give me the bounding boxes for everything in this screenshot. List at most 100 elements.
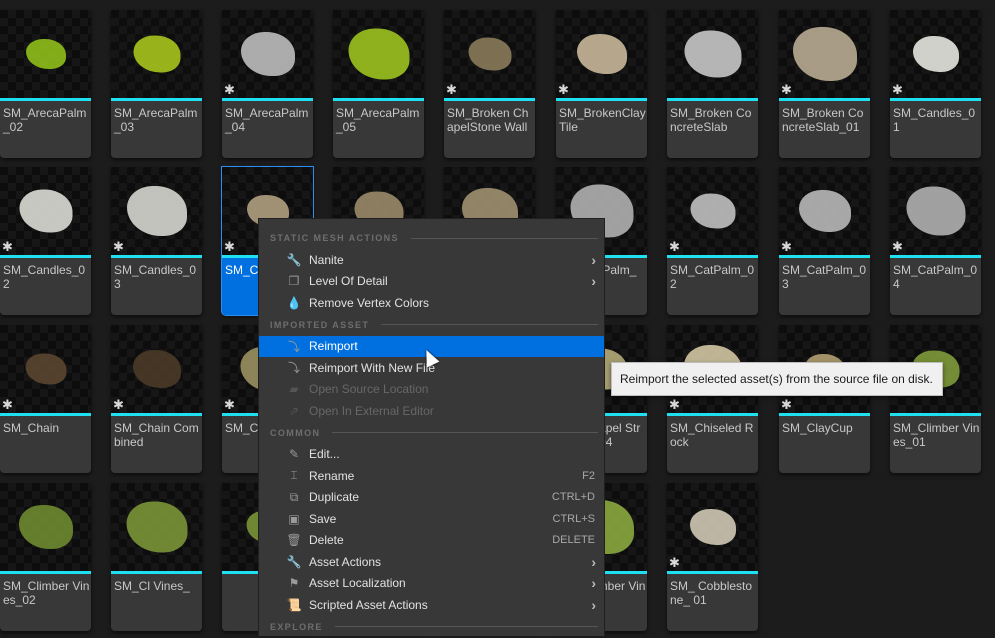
divider: [334, 626, 598, 627]
asset-label: SM_ArecaPalm_03: [114, 106, 198, 134]
asset-thumbnail: ✱: [444, 10, 535, 98]
asset-type-bar: [890, 255, 981, 258]
chevron-right-icon: ›: [591, 251, 596, 268]
asset-tile[interactable]: ✱ SM_Chain: [0, 325, 91, 473]
section-title: STATIC MESH ACTIONS: [270, 233, 399, 243]
asset-preview: [684, 30, 741, 78]
asset-type-bar: [444, 98, 535, 101]
asset-preview: [690, 193, 735, 229]
divider: [332, 432, 598, 433]
asset-tile[interactable]: SM_ArecaPalm_05: [333, 10, 424, 158]
asset-type-bar: [0, 98, 91, 101]
asset-tile[interactable]: ✱ SM_BrokenClay Tile: [556, 10, 647, 158]
shortcut-label: CTRL+S: [552, 512, 596, 525]
menu-item-label: Open Source Location: [309, 382, 429, 397]
asset-type-bar: [111, 255, 202, 258]
asset-tile[interactable]: ✱ SM_CatPalm_04: [890, 167, 981, 315]
asset-type-bar: [333, 98, 424, 101]
asset-label: SM_ClayCup: [782, 421, 853, 435]
modified-star-icon: ✱: [113, 397, 124, 412]
menu-item-duplicate[interactable]: ⧉ Duplicate CTRL+D: [259, 487, 604, 509]
asset-tile[interactable]: ✱ SM_Broken ConcreteSlab_01: [779, 10, 870, 158]
flag-icon: ⚑: [288, 576, 300, 591]
asset-type-bar: [111, 413, 202, 416]
asset-thumbnail: [667, 10, 758, 98]
asset-label: SM_Candles_03: [114, 263, 197, 291]
modified-star-icon: ✱: [892, 82, 903, 97]
chevron-right-icon: ›: [591, 273, 596, 290]
duplicate-icon: ⧉: [289, 489, 299, 504]
asset-thumbnail: ✱: [222, 10, 313, 98]
asset-type-bar: [890, 98, 981, 101]
external-editor-icon: ⇗: [288, 403, 300, 418]
menu-item-asset-localization[interactable]: ⚑ Asset Localization ›: [259, 573, 604, 595]
asset-tile[interactable]: ✱ SM_ClayCup: [779, 325, 870, 473]
menu-item-delete[interactable]: 🗑 Delete DELETE: [259, 530, 604, 552]
asset-preview: [126, 501, 187, 553]
asset-label: SM_ Cobblestone_ 01: [670, 579, 753, 607]
menu-item-label: Save: [309, 511, 337, 526]
asset-label: SM_ArecaPalm_02: [3, 106, 87, 134]
asset-thumbnail: ✱: [667, 167, 758, 255]
menu-item-open-source-location: ▰ Open Source Location: [259, 379, 604, 401]
modified-star-icon: ✱: [558, 82, 569, 97]
asset-type-bar: [779, 98, 870, 101]
wrench-icon: 🔧: [286, 554, 302, 569]
menu-item-edit[interactable]: ✎ Edit...: [259, 444, 604, 466]
menu-item-level-of-detail[interactable]: ❐ Level Of Detail ›: [259, 271, 604, 293]
trash-icon: 🗑: [286, 533, 302, 548]
menu-item-label: Duplicate: [309, 490, 360, 505]
asset-thumbnail: ✱: [0, 325, 91, 413]
asset-tile[interactable]: ✱ SM_Chiseled Rock: [667, 325, 758, 473]
asset-type-bar: [779, 413, 870, 416]
asset-label: SM_CatPalm_03: [782, 263, 867, 291]
asset-label: SM_Broken ConcreteSlab: [670, 106, 752, 134]
menu-item-asset-actions[interactable]: 🔧 Asset Actions ›: [259, 551, 604, 573]
asset-label: SM_CatPalm_04: [893, 263, 978, 291]
asset-tile[interactable]: ✱ SM_Candles_03: [111, 167, 202, 315]
asset-preview: [468, 37, 511, 71]
context-menu: STATIC MESH ACTIONS 🔧 Nanite › ❐ Level Of Det…: [258, 218, 605, 636]
asset-preview: [25, 353, 66, 385]
menu-item-label: Nanite: [309, 252, 344, 267]
menu-item-scripted-asset-actions[interactable]: 📜 Scripted Asset Actions ›: [259, 594, 604, 616]
menu-section-header: COMMON: [259, 422, 604, 444]
modified-star-icon: ✱: [224, 397, 235, 412]
lod-stack-icon: ❐: [288, 274, 300, 289]
asset-tile[interactable]: SM_Climber Vines_01: [890, 325, 981, 473]
asset-tile[interactable]: ✱ SM_ArecaPalm_04: [222, 10, 313, 158]
asset-thumbnail: [111, 10, 202, 98]
modified-star-icon: ✱: [2, 239, 13, 254]
asset-tile[interactable]: ✱ SM_Chain Combined: [111, 325, 202, 473]
asset-thumbnail: [333, 10, 424, 98]
menu-item-label: Reimport: [309, 339, 358, 354]
asset-tile[interactable]: ✱ SM_Broken ChapelStone Wall: [444, 10, 535, 158]
asset-thumbnail: ✱: [556, 10, 647, 98]
asset-thumbnail: ✱: [779, 10, 870, 98]
asset-type-bar: [0, 255, 91, 258]
asset-tile[interactable]: ✱ SM_CatPalm_02: [667, 167, 758, 315]
menu-item-save[interactable]: ▣ Save CTRL+S: [259, 508, 604, 530]
asset-type-bar: [667, 413, 758, 416]
asset-tile[interactable]: SM_ArecaPalm_03: [111, 10, 202, 158]
modified-star-icon: ✱: [2, 397, 13, 412]
section-title: COMMON: [270, 427, 321, 438]
modified-star-icon: ✱: [781, 397, 792, 412]
asset-tile[interactable]: SM_Climber Vines_02: [0, 483, 91, 631]
asset-type-bar: [111, 571, 202, 574]
asset-tile[interactable]: ✱ SM_Candles_01: [890, 10, 981, 158]
asset-tile[interactable]: SM_ArecaPalm_02: [0, 10, 91, 158]
menu-item-label: Reimport With New File: [309, 360, 436, 375]
asset-tile[interactable]: SM_Cl Vines_: [111, 483, 202, 631]
menu-item-nanite[interactable]: 🔧 Nanite ›: [259, 249, 604, 271]
asset-tile[interactable]: ✱ SM_ Cobblestone_ 01: [667, 483, 758, 631]
menu-item-remove-vertex-colors[interactable]: 💧 Remove Vertex Colors: [259, 292, 604, 314]
asset-thumbnail: [0, 483, 91, 571]
asset-thumbnail: [0, 10, 91, 98]
asset-tile[interactable]: ✱ SM_CatPalm_03: [779, 167, 870, 315]
shortcut-label: F2: [582, 469, 595, 482]
rename-icon: ⌶: [290, 468, 298, 483]
menu-item-rename[interactable]: ⌶ Rename F2: [259, 465, 604, 487]
asset-tile[interactable]: ✱ SM_Candles_02: [0, 167, 91, 315]
asset-tile[interactable]: SM_Broken ConcreteSlab: [667, 10, 758, 158]
